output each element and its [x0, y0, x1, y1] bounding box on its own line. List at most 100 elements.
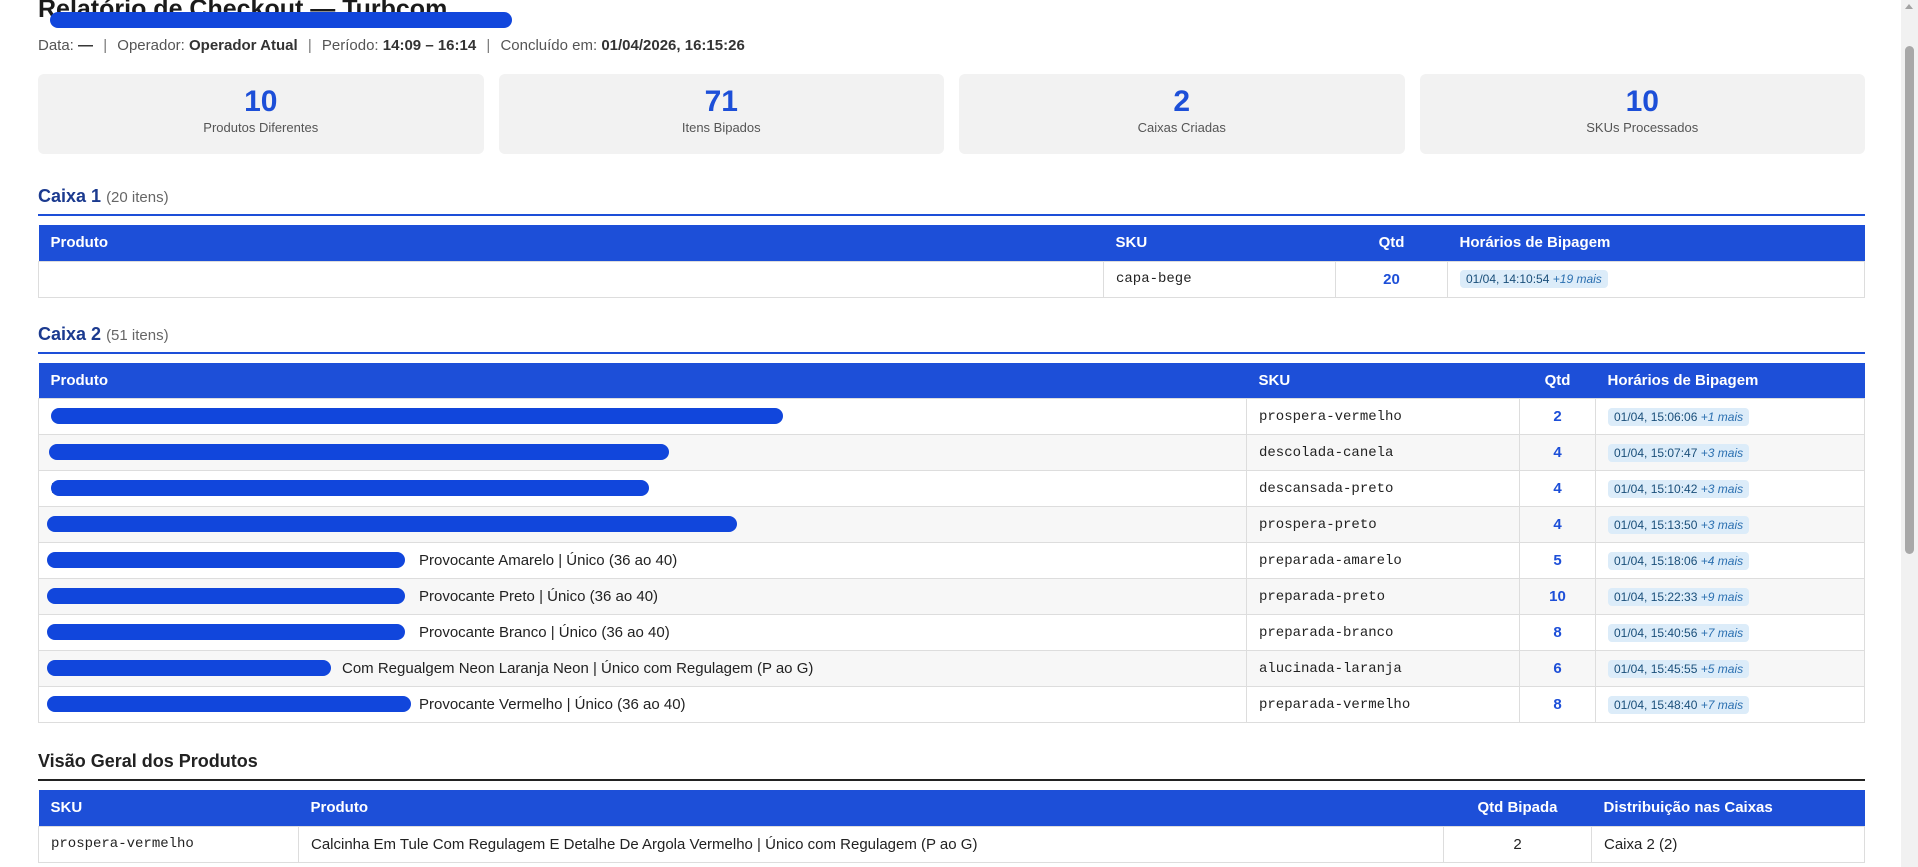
card-produtos-diferentes: 10 Produtos Diferentes — [38, 74, 484, 154]
col-produto: Produto — [310, 799, 369, 817]
qtd-cell: 2 — [1519, 398, 1596, 435]
card-value: 10 — [1625, 85, 1659, 118]
sku-cell: alucinada-laranja — [1246, 650, 1520, 687]
redaction-mark — [51, 408, 783, 424]
qtd-cell: 8 — [1519, 614, 1596, 651]
sku-cell: descolada-canela — [1246, 434, 1520, 471]
redaction-mark — [47, 624, 405, 640]
sku-cell: preparada-amarelo — [1246, 542, 1520, 579]
box-count: (51 itens) — [106, 326, 169, 344]
timestamp-badge: 01/04, 15:48:40 +7 mais — [1608, 695, 1750, 714]
box-2-table: Produto SKU Qtd Horários de Bipagem Calc… — [38, 362, 1865, 723]
table-row: Com Regualgem Neon Laranja Neon | Único … — [38, 650, 1865, 687]
timestamps-cell: 01/04, 15:22:33 +9 mais — [1595, 578, 1865, 615]
card-value: 71 — [704, 85, 738, 118]
timestamp: 01/04, 15:13:50 — [1614, 517, 1698, 532]
sku-cell: preparada-preto — [1246, 578, 1520, 615]
box-1-heading: Caixa 1 (20 itens) — [38, 186, 1865, 216]
more-count: +19 mais — [1552, 272, 1602, 286]
timestamps-cell: 01/04, 15:45:55 +5 mais — [1595, 650, 1865, 687]
completed-value: 01/04/2026, 16:15:26 — [601, 37, 745, 54]
sku-cell: prospera-preto — [1246, 506, 1520, 543]
card-label: Caixas Criadas — [1137, 120, 1226, 135]
product-name — [51, 270, 521, 284]
col-horarios: Horários de Bipagem — [1459, 234, 1611, 252]
scrollbar[interactable] — [1901, 0, 1918, 867]
col-qtd: Qtd — [1378, 234, 1405, 252]
product-cell — [38, 12, 1104, 298]
operator-value: Operador Atual — [189, 37, 298, 54]
sku-cell: preparada-branco — [1246, 614, 1520, 651]
card-value: 10 — [244, 85, 278, 118]
report-page: Relatório de Checkout — Turbcom Data: — … — [38, 0, 1865, 863]
product-cell: Preto | Único com Regulagem (P ao G) — [38, 506, 1247, 543]
product-cell: Calcinha Em Tule Com Regulagem E Detalhe… — [298, 825, 1444, 863]
timestamp: 01/04, 15:07:47 — [1614, 445, 1698, 460]
timestamp-badge: 01/04, 15:07:47 +3 mais — [1608, 443, 1750, 462]
card-label: Produtos Diferentes — [203, 120, 319, 135]
table-row: Calcinha Em Tule Com Regulagem E Detalhe… — [38, 398, 1865, 435]
col-horarios: Horários de Bipagem — [1607, 371, 1759, 389]
table-row: Preto | Único (36 ao 40)descansada-preto… — [38, 470, 1865, 507]
sku-cell: descansada-preto — [1246, 470, 1520, 507]
qtd-cell: 8 — [1519, 686, 1596, 723]
table-header-row: SKU Produto Qtd Bipada Distribuição nas … — [38, 790, 1865, 826]
timestamp-badge: 01/04, 15:40:56 +7 mais — [1608, 623, 1750, 642]
qtd-cell: 2 — [1443, 825, 1592, 863]
table-row: Sensual Sexy Canela | Único (36 ao 40)de… — [38, 434, 1865, 471]
col-sku: SKU — [50, 799, 83, 817]
period-label: Período: — [321, 37, 379, 54]
table-header-row: Produto SKU Qtd Horários de Bipagem — [38, 225, 1865, 261]
date-value: — — [78, 37, 94, 54]
date-label: Data: — [38, 37, 74, 54]
timestamp-badge: 01/04, 14:10:54 +19 mais — [1460, 270, 1608, 288]
more-count: +7 mais — [1700, 697, 1744, 712]
card-itens-bipados: 71 Itens Bipados — [498, 74, 944, 154]
sku-cell: preparada-vermelho — [1246, 686, 1520, 723]
card-value: 2 — [1173, 85, 1191, 118]
redaction-mark — [47, 516, 737, 532]
redaction-mark — [51, 480, 649, 496]
timestamp: 01/04, 14:10:54 — [1466, 272, 1550, 286]
more-count: +3 mais — [1700, 517, 1744, 532]
more-count: +3 mais — [1700, 445, 1744, 460]
scroll-up-arrow[interactable] — [1905, 4, 1913, 9]
timestamps-cell: 01/04, 15:18:06 +4 mais — [1595, 542, 1865, 579]
qtd-cell: 4 — [1519, 434, 1596, 471]
col-produto: Produto — [50, 234, 109, 252]
timestamp-badge: 01/04, 15:13:50 +3 mais — [1608, 515, 1750, 534]
timestamp: 01/04, 15:18:06 — [1614, 553, 1698, 568]
col-qtd: Qtd — [1544, 371, 1571, 389]
overview-heading: Visão Geral dos Produtos — [38, 751, 1865, 781]
timestamp-badge: 01/04, 15:18:06 +4 mais — [1608, 551, 1750, 570]
col-distribuicao: Distribuição nas Caixas — [1603, 799, 1773, 817]
table-row: Provocante Vermelho | Único (36 ao 40) pr… — [38, 686, 1865, 723]
operator-label: Operador: — [117, 37, 185, 54]
meta-separator: | — [103, 37, 108, 54]
distribution-cell: Caixa 2 (2) — [1591, 825, 1865, 863]
qtd-cell: 5 — [1519, 542, 1596, 579]
sku-cell: prospera-vermelho — [1246, 398, 1520, 435]
redaction-mark — [47, 552, 405, 568]
overview-title: Visão Geral dos Produtos — [38, 751, 258, 771]
redaction-mark — [47, 660, 331, 676]
scrollbar-thumb[interactable] — [1905, 46, 1914, 554]
timestamps-cell: 01/04, 15:10:42 +3 mais — [1595, 470, 1865, 507]
product-cell: Provocante Preto | Único (36 ao 40) — [38, 578, 1247, 615]
box-name: Caixa 2 — [38, 323, 102, 344]
timestamp-badge: 01/04, 15:06:06 +1 mais — [1608, 407, 1750, 426]
product-cell: Com Regualgem Neon Laranja Neon | Único … — [38, 650, 1247, 687]
report-meta: Data: — | Operador: Operador Atual | Per… — [38, 36, 1865, 56]
period-value: 14:09 – 16:14 — [382, 37, 477, 54]
timestamp: 01/04, 15:45:55 — [1614, 661, 1698, 676]
col-sku: SKU — [1258, 371, 1291, 389]
redaction-mark — [47, 696, 411, 712]
col-qtd-bipada: Qtd Bipada — [1477, 799, 1558, 817]
redaction-mark — [47, 588, 405, 604]
table-row: prospera-vermelho Calcinha Em Tule Com R… — [38, 825, 1865, 863]
product-cell: Provocante Vermelho | Único (36 ao 40) — [38, 686, 1247, 723]
timestamp: 01/04, 15:10:42 — [1614, 481, 1698, 496]
timestamps-cell: 01/04, 15:13:50 +3 mais — [1595, 506, 1865, 543]
timestamps-cell: 01/04, 15:06:06 +1 mais — [1595, 398, 1865, 435]
overview-table: SKU Produto Qtd Bipada Distribuição nas … — [38, 790, 1865, 863]
